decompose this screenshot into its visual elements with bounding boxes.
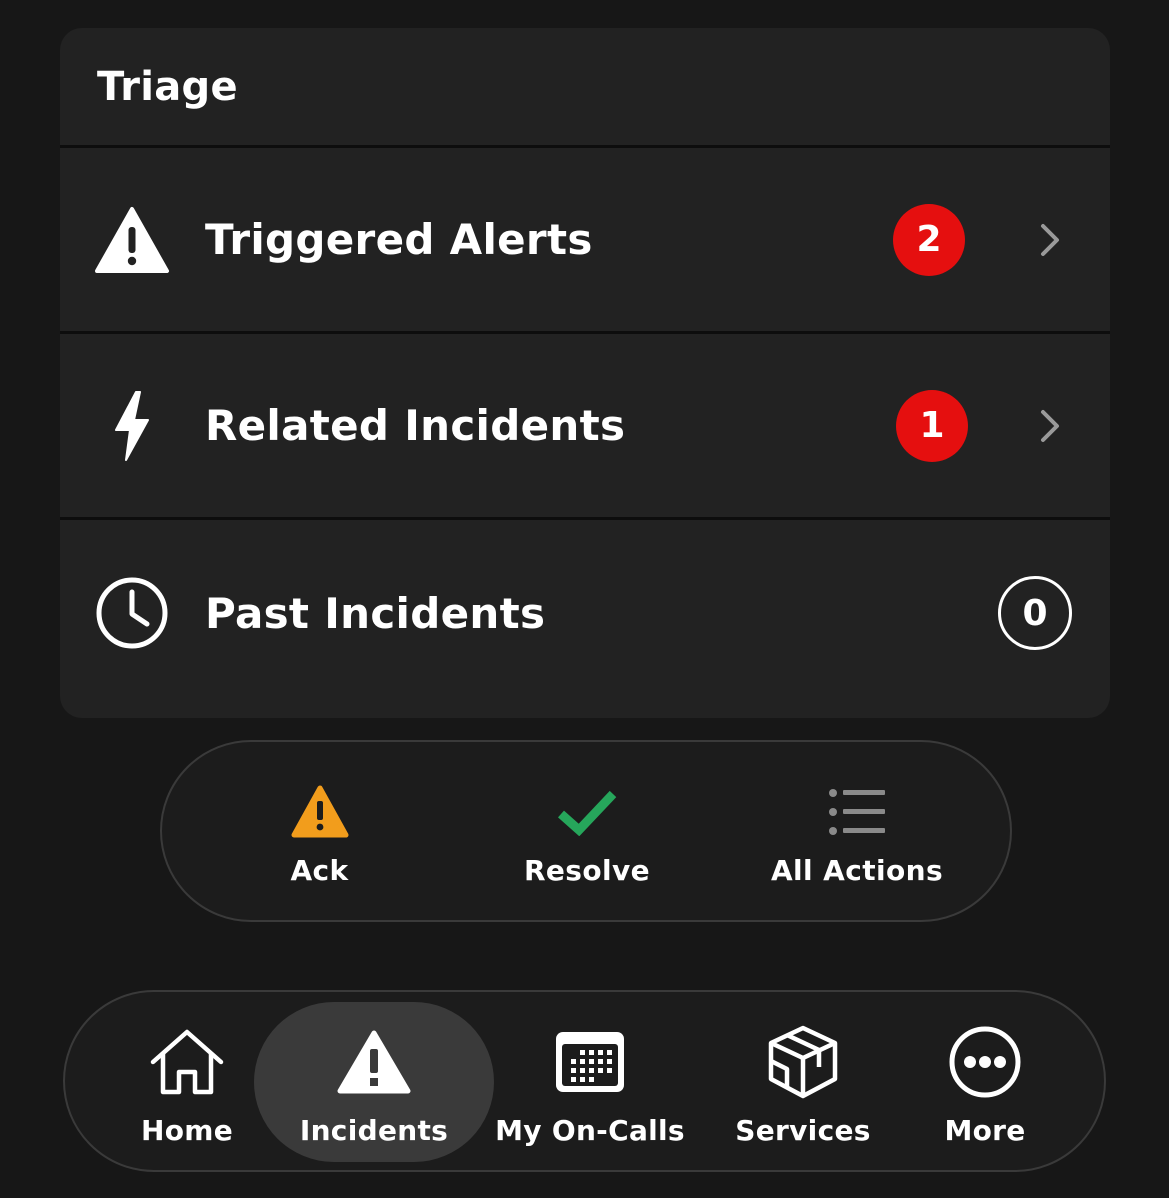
tab-services-label: Services xyxy=(735,1114,871,1147)
resolve-button[interactable]: Resolve xyxy=(517,742,657,920)
triggered-alerts-count-badge: 2 xyxy=(893,203,965,276)
warning-triangle-icon xyxy=(94,202,170,278)
chevron-right-icon xyxy=(1041,223,1059,256)
more-dots-icon xyxy=(948,1024,1022,1100)
tab-home[interactable]: Home xyxy=(127,992,247,1170)
tab-my-on-calls[interactable]: My On-Calls xyxy=(495,992,685,1170)
all-actions-label: All Actions xyxy=(770,854,944,887)
ack-button[interactable]: Ack xyxy=(257,742,382,920)
warning-triangle-icon xyxy=(336,1024,412,1100)
triage-header: Triage xyxy=(60,28,1110,148)
tab-more-label: More xyxy=(944,1114,1026,1147)
all-actions-button[interactable]: All Actions xyxy=(767,742,947,920)
triage-card: Triage Triggered Alerts 2 Related Incide… xyxy=(60,28,1110,718)
past-incidents-row[interactable]: Past Incidents 0 xyxy=(60,520,1110,706)
tab-my-on-calls-label: My On-Calls xyxy=(495,1114,685,1147)
past-incidents-count-badge: 0 xyxy=(998,576,1072,650)
chevron-right-icon xyxy=(1041,409,1059,442)
tab-services[interactable]: Services xyxy=(728,992,878,1170)
past-incidents-label: Past Incidents xyxy=(205,588,546,638)
clock-icon xyxy=(94,575,170,651)
bottom-tab-bar: Home Incidents My On-Calls Services More xyxy=(63,990,1106,1172)
tab-incidents[interactable]: Incidents xyxy=(289,992,459,1170)
triggered-alerts-row[interactable]: Triggered Alerts 2 xyxy=(60,148,1110,334)
triggered-alerts-label: Triggered Alerts xyxy=(205,215,593,264)
resolve-label: Resolve xyxy=(523,854,651,887)
related-incidents-label: Related Incidents xyxy=(205,401,626,450)
checkmark-icon xyxy=(557,782,617,842)
triage-title: Triage xyxy=(97,63,238,110)
ack-label: Ack xyxy=(290,854,349,887)
triage-screen: Triage Triggered Alerts 2 Related Incide… xyxy=(0,0,1169,1198)
cube-icon xyxy=(768,1024,838,1100)
tab-more[interactable]: More xyxy=(925,992,1045,1170)
incident-actions-bar: Ack Resolve All Actions xyxy=(160,740,1012,922)
tab-incidents-label: Incidents xyxy=(299,1114,449,1147)
list-icon xyxy=(828,782,886,842)
related-incidents-row[interactable]: Related Incidents 1 xyxy=(60,334,1110,520)
warning-triangle-icon xyxy=(291,782,349,842)
related-incidents-count-badge: 1 xyxy=(896,389,968,462)
lightning-bolt-icon xyxy=(94,388,170,464)
home-icon xyxy=(149,1024,225,1100)
calendar-icon xyxy=(554,1024,626,1100)
tab-home-label: Home xyxy=(140,1114,234,1147)
